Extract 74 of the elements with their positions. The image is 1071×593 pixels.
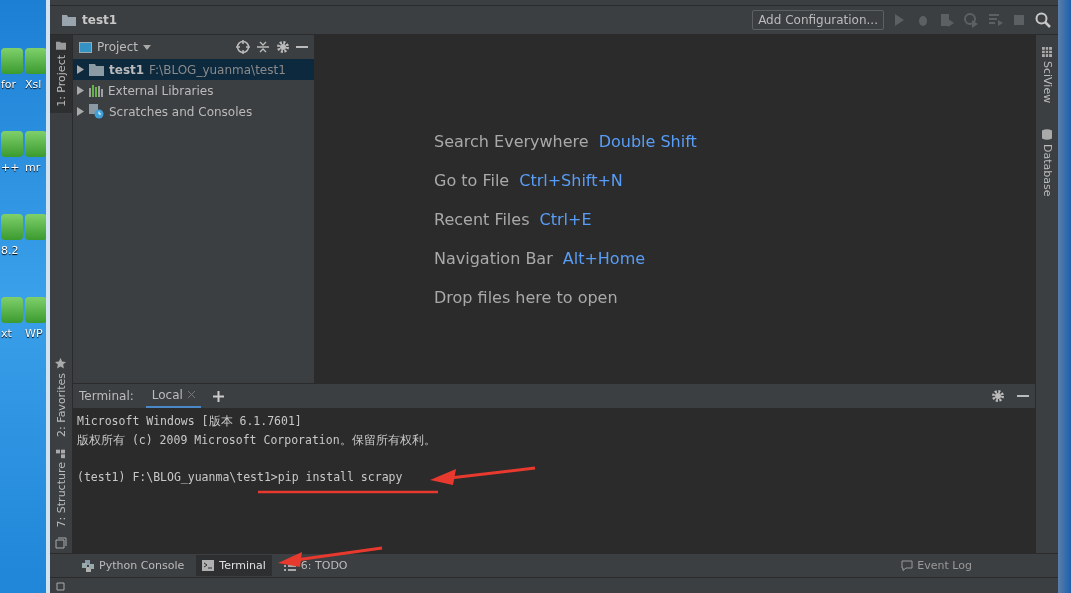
desktop-app-icon[interactable]: [1, 297, 23, 323]
hint-text: Go to File: [434, 170, 510, 190]
folder-icon: [89, 63, 104, 76]
tool-window-tab[interactable]: 2: Favorites: [50, 351, 72, 443]
desktop-icon-label: mr: [25, 161, 41, 174]
tool-window-tab[interactable]: Terminal: [196, 555, 272, 576]
desktop-icon-label: for: [1, 78, 17, 91]
search-icon[interactable]: [1034, 11, 1052, 29]
hint-text: Search Everywhere: [434, 131, 589, 151]
add-configuration-button[interactable]: Add Configuration...: [752, 10, 884, 30]
desktop-icon-label: xt: [1, 327, 12, 340]
scratch-clock-icon: [89, 104, 104, 119]
tool-window-tab[interactable]: SciView: [1036, 41, 1058, 110]
shortcut-text: Double Shift: [598, 131, 697, 151]
hint-text: Recent Files: [434, 209, 530, 229]
add-icon[interactable]: [212, 390, 224, 402]
shortcut-text: Ctrl+E: [539, 209, 592, 229]
shortcut-text: Alt+Home: [562, 248, 646, 268]
project-tree-item[interactable]: test1 F:\BLOG_yuanma\test1: [73, 59, 314, 80]
tree-item-label: test1: [109, 62, 145, 77]
grid-icon: [1042, 47, 1052, 57]
tree-item-label: External Libraries: [108, 83, 214, 98]
desktop-app-icon[interactable]: [1, 214, 23, 240]
desktop-app-icon[interactable]: [1, 48, 23, 74]
tree-item-label: Scratches and Consoles: [109, 104, 253, 119]
close-icon[interactable]: [187, 391, 195, 398]
desktop-icon-label: ++: [1, 161, 20, 174]
list-icon[interactable]: [986, 11, 1004, 29]
window-toggle-icon[interactable]: [55, 537, 67, 549]
project-breadcrumb[interactable]: test1: [82, 13, 118, 27]
structure-icon: [56, 448, 66, 458]
desktop-app-icon[interactable]: [25, 214, 46, 240]
hint-text: Navigation Bar: [434, 248, 553, 268]
project-path: F:\BLOG_yuanma\test1: [149, 62, 286, 77]
desktop-app-icon[interactable]: [25, 297, 46, 323]
terminal-icon: [202, 560, 215, 571]
settings-icon[interactable]: [276, 40, 290, 54]
event-log-button[interactable]: Event Log: [901, 559, 972, 572]
tool-window-tab[interactable]: Python Console: [76, 555, 191, 576]
speech-bubble-icon: [901, 560, 914, 571]
project-view-dropdown[interactable]: Project: [79, 40, 152, 54]
terminal-line: (test1) F:\BLOG_yuanma\test1>pip install scrapy: [77, 470, 403, 484]
hint-text: Drop files here to open: [434, 287, 618, 307]
project-tree-item[interactable]: Scratches and Consoles: [73, 101, 314, 122]
tool-window-tab[interactable]: 7: Structure: [50, 442, 72, 533]
desktop-icon-label: WP: [25, 327, 43, 340]
desktop-app-icon[interactable]: [25, 131, 46, 157]
shortcut-text: Ctrl+Shift+N: [519, 170, 623, 190]
terminal-line: Microsoft Windows [版本 6.1.7601]: [77, 414, 302, 429]
project-tree-item[interactable]: External Libraries: [73, 80, 314, 101]
tool-window-tab[interactable]: 6: TODO: [277, 555, 354, 576]
window-icon: [79, 41, 92, 53]
database-icon: [1042, 129, 1052, 141]
window-toggle-icon[interactable]: [56, 580, 67, 591]
expand-arrow-icon: [77, 65, 84, 74]
collapse-icon[interactable]: [256, 40, 270, 54]
python-icon: [82, 559, 94, 572]
desktop-app-icon[interactable]: [1, 131, 23, 157]
tool-window-tab[interactable]: 1: Project: [50, 35, 72, 113]
folder-icon: [62, 14, 76, 26]
desktop-app-icon[interactable]: [25, 48, 46, 74]
settings-icon[interactable]: [991, 389, 1005, 403]
desktop-icon-label: Xsl: [25, 78, 42, 91]
bar-chart-icon: [89, 84, 103, 97]
caret-icon: [143, 44, 152, 50]
locate-icon[interactable]: [236, 40, 250, 54]
desktop-icon-label: 8.2: [1, 244, 19, 257]
expand-arrow-icon: [77, 107, 84, 116]
terminal-title: Terminal:: [79, 389, 134, 403]
star-icon: [55, 357, 67, 369]
expand-arrow-icon: [77, 86, 84, 95]
tool-window-tab[interactable]: Database: [1036, 123, 1058, 203]
terminal-line: 版权所有 (c) 2009 Microsoft Corporation。保留所有权利。: [77, 433, 436, 448]
folder-icon: [56, 41, 66, 51]
